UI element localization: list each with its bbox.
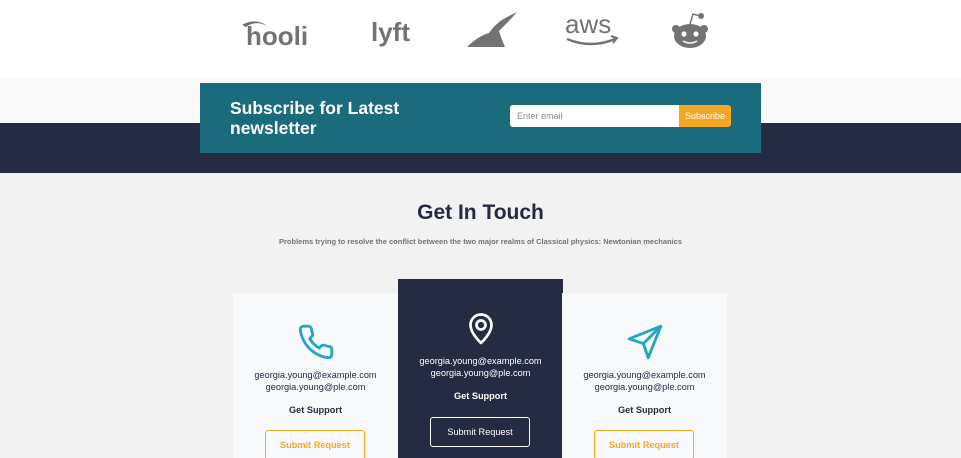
contact-emails: georgia.young@example.com georgia.young@… xyxy=(398,355,563,379)
stripe-logo-graphic xyxy=(467,12,517,47)
aws-logo-graphic: aws xyxy=(565,11,619,46)
submit-request-button[interactable]: Submit Request xyxy=(430,417,530,447)
aws-logo-text: aws xyxy=(565,11,611,39)
subscribe-button[interactable]: Subscribe xyxy=(679,105,731,127)
contact-email: georgia.young@ple.com xyxy=(265,382,366,392)
contact-email: georgia.young@example.com xyxy=(419,356,542,366)
submit-request-button[interactable]: Submit Request xyxy=(594,430,694,458)
phone-icon xyxy=(233,323,398,361)
contact-card-location: georgia.young@example.com georgia.young@… xyxy=(398,279,563,458)
hooli-logo-text: hooli xyxy=(246,21,308,49)
contact-email: georgia.young@ple.com xyxy=(594,382,695,392)
reddit-logo xyxy=(668,8,712,54)
contact-email: georgia.young@ple.com xyxy=(430,368,531,378)
card-label: Get Support xyxy=(453,391,508,401)
contact-email: georgia.young@example.com xyxy=(583,370,706,380)
card-label: Get Support xyxy=(288,405,343,415)
hooli-logo-graphic: hooli xyxy=(242,21,308,49)
lyft-logo-graphic: lyft xyxy=(371,17,410,47)
stripe-logo xyxy=(462,8,520,54)
newsletter-title: Subscribe for Latest newsletter xyxy=(230,98,400,138)
contact-emails: georgia.young@example.com georgia.young@… xyxy=(233,369,398,393)
email-input[interactable] xyxy=(510,105,680,127)
lyft-logo: lyft xyxy=(368,8,416,54)
submit-request-button[interactable]: Submit Request xyxy=(265,430,365,458)
contact-subtitle: Problems trying to resolve the conflict … xyxy=(278,237,683,246)
reddit-logo-graphic xyxy=(672,13,708,48)
lyft-logo-text: lyft xyxy=(371,17,410,47)
card-label: Get Support xyxy=(617,405,672,415)
logos-band: hooli lyft aws xyxy=(0,0,961,78)
hooli-logo: hooli xyxy=(236,8,320,54)
location-pin-icon xyxy=(398,309,563,347)
send-icon xyxy=(562,323,727,361)
aws-logo: aws xyxy=(562,8,622,54)
contact-email: georgia.young@example.com xyxy=(254,370,377,380)
contact-emails: georgia.young@example.com georgia.young@… xyxy=(562,369,727,393)
contact-section: Get In Touch Problems trying to resolve … xyxy=(0,173,961,458)
contact-card-send: georgia.young@example.com georgia.young@… xyxy=(562,293,727,458)
contact-title: Get In Touch xyxy=(417,201,544,224)
newsletter-box: Subscribe for Latest newsletter Subscrib… xyxy=(200,83,761,153)
contact-card-phone: georgia.young@example.com georgia.young@… xyxy=(233,293,398,458)
